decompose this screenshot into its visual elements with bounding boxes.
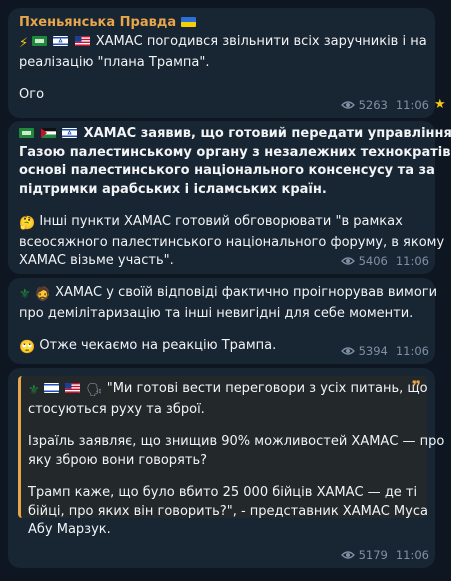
hamas-flag-icon [32,36,48,46]
message-time: 11:06 [395,547,429,562]
message-text: основі палестинського національного конс… [19,163,435,178]
hamas-flag-icon [19,128,34,138]
message-text: 🤔 Інші пункти ХАМАС готовий обговорювати… [19,213,425,234]
quote-mark-icon: ❞ [411,377,421,396]
message-time: 11:06 [395,343,429,358]
message-text: підтримки арабських і ісламських країн. [19,181,327,197]
views-eye-icon [340,347,355,355]
message-text: Газою палестинському органу з незалежних… [19,144,451,160]
message-bubble[interactable]: Пхеньянська Правда ⚡ ХАМАС погодився зві… [8,8,435,118]
message-text: ⚡ ХАМАС погодився звільнити всіх заручни… [19,33,427,54]
quote-text: Трамп каже, що було вбито 25 000 бійців … [28,485,418,500]
usa-flag-icon [74,36,90,46]
message-meta: 5179 11:06 [340,546,429,565]
israel-flag-icon [43,383,59,393]
message-text: реалізацію "плана Трампа". [19,54,210,70]
views-count: 5406 [358,253,388,268]
message-text: всеосяжного палестинського національного… [19,234,445,250]
message-bubble[interactable]: ❞ ⚜ 🗣 "Ми готові вести переговори з усіх… [8,368,445,568]
face-with-rolling-eyes-icon: 🙄 [19,340,36,355]
quote-text: стосуються руху та зброї. [28,401,205,417]
quote-text: бійці, про яких він говорить?", - предст… [28,503,428,519]
quote-text: Абу Марзук. [28,522,111,537]
palestine-flag-icon [40,128,56,138]
israel-flag-icon [53,36,69,46]
views-eye-icon [340,551,355,559]
message-text: про демілітаризацію та інші невигідні дл… [19,305,414,321]
usa-flag-icon [64,383,80,393]
message-time: 11:06 [395,253,429,268]
quote-text: Ізраїль заявляє, що знищив 90% можливост… [28,434,445,449]
message-bubble[interactable]: ХАМАС заявив, що готовий передати управл… [8,121,451,274]
star-reaction-icon[interactable]: ★ [434,98,450,112]
quote-text: ⚜ 🗣 "Ми готові вести переговори з усіх п… [28,380,428,401]
views-count: 5263 [358,97,388,112]
ukraine-flag-icon [180,17,196,27]
israel-flag-icon [62,128,78,138]
message-text: ХАМАС заявив, що готовий передати управл… [19,125,451,144]
blockquote: ❞ ⚜ 🗣 "Ми готові вести переговори з усіх… [18,376,445,537]
lightning-icon: ⚡ [19,36,29,51]
message-text: ⚜ 🧔 ХАМАС у своїй відповіді фактично про… [19,284,437,305]
portrait-icon: 🧔 [34,287,51,302]
views-count: 5179 [358,547,388,562]
views-count: 5394 [358,343,388,358]
views-eye-icon [340,257,355,265]
hamas-emblem-icon: ⚜ [19,287,31,302]
thinking-face-icon: 🤔 [19,216,36,231]
message-bubble[interactable]: ⚜ 🧔 ХАМАС у своїй відповіді фактично про… [8,278,437,364]
speech-bubble-icon: 🗣 [86,383,103,398]
message-time: 11:06 [395,97,429,112]
hamas-emblem-icon: ⚜ [28,383,40,398]
message-meta: 5406 11:06 [340,252,429,271]
views-eye-icon [340,101,355,109]
message-meta: 5394 11:06 [340,342,429,361]
quote-text: яку зброю вони говорять? [28,452,208,468]
channel-name[interactable]: Пхеньянська Правда [19,14,425,32]
message-meta: 5263 11:06 [340,96,429,115]
